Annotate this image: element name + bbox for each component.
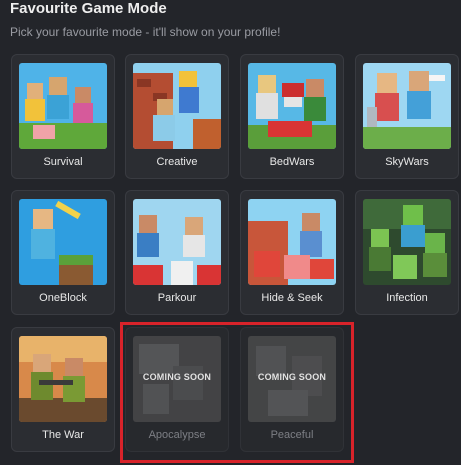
- mode-label: Parkour: [157, 292, 197, 304]
- infection-thumbnail: [363, 199, 451, 285]
- mode-label: The War: [42, 429, 84, 441]
- bedwars-thumbnail: [248, 63, 336, 149]
- oneblock-thumbnail: [19, 199, 107, 285]
- coming-soon-badge: COMING SOON: [257, 372, 327, 382]
- page-title: Favourite Game Mode: [10, 0, 167, 17]
- mode-card-oneblock[interactable]: OneBlock: [11, 190, 115, 315]
- the-war-thumbnail: [19, 336, 107, 422]
- page-subtitle: Pick your favourite mode - it'll show on…: [10, 25, 281, 39]
- mode-card-creative[interactable]: Creative: [125, 54, 229, 179]
- mode-card-peaceful: COMING SOON Peaceful: [240, 327, 344, 452]
- mode-label: OneBlock: [39, 292, 87, 304]
- mode-label: BedWars: [269, 156, 315, 168]
- coming-soon-badge: COMING SOON: [142, 372, 212, 382]
- mode-label: Survival: [43, 156, 83, 168]
- mode-label: Apocalypse: [148, 429, 206, 441]
- mode-label: Creative: [156, 156, 198, 168]
- mode-label: Infection: [386, 292, 428, 304]
- mode-label: Hide & Seek: [261, 292, 323, 304]
- mode-card-the-war[interactable]: The War: [11, 327, 115, 452]
- mode-card-hide-and-seek[interactable]: Hide & Seek: [240, 190, 344, 315]
- survival-thumbnail: [19, 63, 107, 149]
- mode-card-apocalypse: COMING SOON Apocalypse: [125, 327, 229, 452]
- skywars-thumbnail: [363, 63, 451, 149]
- hide-and-seek-thumbnail: [248, 199, 336, 285]
- creative-thumbnail: [133, 63, 221, 149]
- mode-card-survival[interactable]: Survival: [11, 54, 115, 179]
- mode-card-parkour[interactable]: Parkour: [125, 190, 229, 315]
- mode-card-infection[interactable]: Infection: [355, 190, 459, 315]
- mode-label: SkyWars: [385, 156, 429, 168]
- parkour-thumbnail: [133, 199, 221, 285]
- mode-card-bedwars[interactable]: BedWars: [240, 54, 344, 179]
- mode-card-skywars[interactable]: SkyWars: [355, 54, 459, 179]
- mode-label: Peaceful: [270, 429, 314, 441]
